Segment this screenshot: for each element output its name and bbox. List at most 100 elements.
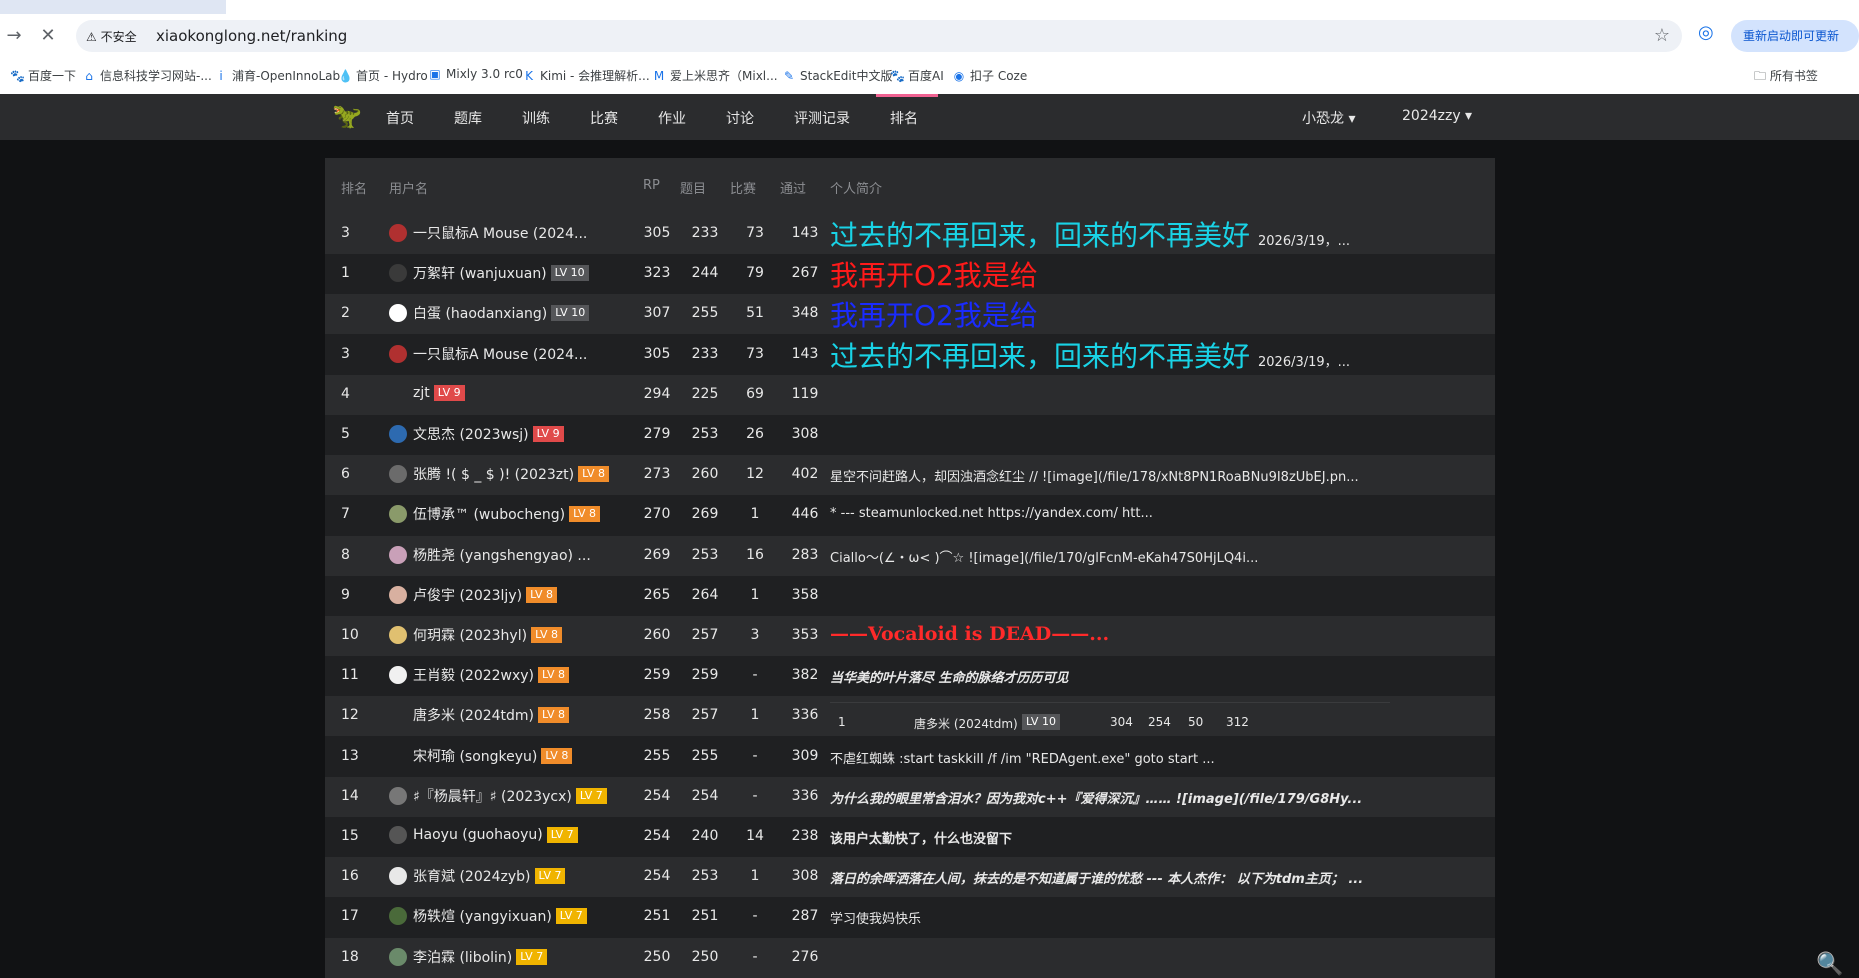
user-cell[interactable]: 唐多米 (2024tdm) LV 8: [389, 705, 569, 725]
nav-item[interactable]: 讨论: [726, 108, 754, 128]
username-link[interactable]: 宋柯瑜 (songkeyu): [413, 746, 537, 766]
user-cell[interactable]: ♯『杨晨轩』♯ (2023ycx) LV 7: [389, 786, 607, 806]
nav-item[interactable]: 评测记录: [794, 108, 850, 128]
address-bar[interactable]: ⚠ 不安全 xiaokonglong.net/ranking ☆: [76, 20, 1682, 52]
avatar[interactable]: [389, 626, 407, 644]
table-row[interactable]: 7 伍博承™ (wubocheng) LV 8 270 269 1 446 * --- ste…: [325, 495, 1495, 536]
user-cell[interactable]: 杨胜尧 (yangshengyao) ...: [389, 545, 591, 565]
username-link[interactable]: 王肖毅 (2022wxy): [413, 665, 534, 685]
username-link[interactable]: 何玥霖 (2023hyl): [413, 625, 527, 645]
username-link[interactable]: 一只鼠标A Mouse (2024...: [413, 223, 587, 243]
all-bookmarks[interactable]: 🗀 所有书签: [1754, 67, 1818, 88]
insecure-indicator[interactable]: ⚠ 不安全: [86, 28, 137, 45]
user-cell[interactable]: 一只鼠标A Mouse (2024...: [389, 344, 587, 364]
active-tab[interactable]: [226, 0, 1859, 14]
table-row[interactable]: 6 张腾 !( $ _ $ )! (2023zt) LV 8 273 260 12 402 星…: [325, 455, 1495, 496]
search-icon[interactable]: 🔍: [1816, 952, 1843, 977]
username-link[interactable]: 张育斌 (2024zyb): [413, 866, 531, 886]
avatar[interactable]: [389, 826, 407, 844]
bookmark-item[interactable]: 🐾 百度一下: [10, 67, 76, 84]
username-link[interactable]: 杨轶煊 (yangyixuan): [413, 906, 552, 926]
user-cell[interactable]: 卢俊宇 (2023ljy) LV 8: [389, 585, 558, 605]
user-cell[interactable]: 张育斌 (2024zyb) LV 7: [389, 866, 566, 886]
star-icon[interactable]: ☆: [1654, 25, 1670, 46]
avatar[interactable]: [389, 747, 407, 765]
bookmark-item[interactable]: 🐾 百度AI: [890, 67, 944, 84]
table-row[interactable]: 13 宋柯瑜 (songkeyu) LV 8 255 255 - 309 不虐红蜘蛛 :sta…: [325, 736, 1495, 777]
username-link[interactable]: Haoyu (guohaoyu): [413, 827, 543, 843]
username-link[interactable]: zjt: [413, 385, 430, 401]
nav-item[interactable]: 题库: [454, 108, 482, 128]
nav-item[interactable]: 作业: [658, 108, 686, 128]
username-link[interactable]: 杨胜尧 (yangshengyao) ...: [413, 545, 591, 565]
bookmark-item[interactable]: ◉ 扣子 Coze: [952, 67, 1027, 84]
user-cell[interactable]: 李泊霖 (libolin) LV 7: [389, 947, 548, 967]
avatar[interactable]: [389, 264, 407, 283]
bookmark-item[interactable]: ▣ Mixly 3.0 rc0: [428, 67, 523, 81]
avatar[interactable]: [389, 786, 407, 805]
nav-item[interactable]: 排名: [890, 108, 918, 128]
user-cell[interactable]: 何玥霖 (2023hyl) LV 8: [389, 625, 563, 645]
user-cell[interactable]: 张腾 !( $ _ $ )! (2023zt) LV 8: [389, 464, 610, 484]
avatar[interactable]: [389, 505, 407, 524]
avatar[interactable]: [389, 666, 407, 685]
user-cell[interactable]: 文思杰 (2023wsj) LV 9: [389, 424, 564, 444]
nav-item[interactable]: 训练: [522, 108, 550, 128]
username-link[interactable]: 李泊霖 (libolin): [413, 947, 512, 967]
avatar[interactable]: [389, 545, 407, 564]
avatar[interactable]: [389, 344, 407, 363]
table-row[interactable]: 9 卢俊宇 (2023ljy) LV 8 265 264 1 358: [325, 575, 1495, 616]
close-icon[interactable]: ✕: [34, 22, 62, 50]
user-cell[interactable]: 万絮轩 (wanjuxuan) LV 10: [389, 263, 589, 283]
table-row[interactable]: 8 杨胜尧 (yangshengyao) ... 269 253 16 283 Ciallo…: [325, 535, 1495, 576]
username-link[interactable]: 文思杰 (2023wsj): [413, 424, 529, 444]
profile-icon[interactable]: ◎: [1698, 22, 1714, 43]
username-link[interactable]: ♯『杨晨轩』♯ (2023ycx): [413, 786, 572, 806]
bookmark-item[interactable]: K Kimi - 会推理解析...: [522, 67, 650, 84]
user-cell[interactable]: 一只鼠标A Mouse (2024...: [389, 223, 587, 243]
username-link[interactable]: 伍博承™ (wubocheng): [413, 504, 565, 524]
table-row[interactable]: 3 一只鼠标A Mouse (2024... 305 233 73 143 过去的不再回来，…: [325, 214, 1495, 254]
table-row[interactable]: 5 文思杰 (2023wsj) LV 9 279 253 26 308: [325, 415, 1495, 455]
avatar[interactable]: [389, 585, 407, 604]
avatar[interactable]: [389, 465, 407, 484]
url-text[interactable]: xiaokonglong.net/ranking: [156, 27, 347, 45]
username-link[interactable]: 唐多米 (2024tdm): [413, 705, 534, 725]
username-link[interactable]: 万絮轩 (wanjuxuan): [413, 263, 547, 283]
avatar[interactable]: [389, 867, 407, 886]
username-link[interactable]: 一只鼠标A Mouse (2024...: [413, 344, 587, 364]
table-row[interactable]: 3 一只鼠标A Mouse (2024... 305 233 73 143 过去的不再回来，…: [325, 334, 1495, 375]
table-row[interactable]: 12 唐多米 (2024tdm) LV 8 258 257 1 336 1 唐多米 (2024t…: [325, 696, 1495, 737]
user-cell[interactable]: 白蛋 (haodanxiang) LV 10: [389, 303, 590, 323]
nav-item[interactable]: 比赛: [590, 108, 618, 128]
user-cell[interactable]: zjt LV 9: [389, 384, 465, 402]
nav-item[interactable]: 首页: [386, 108, 414, 128]
user-cell[interactable]: 伍博承™ (wubocheng) LV 8: [389, 504, 601, 524]
bookmark-item[interactable]: 💧 首页 - Hydro: [338, 67, 428, 84]
username-link[interactable]: 张腾 !( $ _ $ )! (2023zt): [413, 464, 574, 484]
user-menu-dropdown[interactable]: 小恐龙 ▾: [1302, 108, 1355, 128]
avatar[interactable]: [389, 384, 407, 402]
avatar[interactable]: [389, 304, 407, 323]
avatar[interactable]: [389, 425, 407, 443]
table-row[interactable]: 1 万絮轩 (wanjuxuan) LV 10 323 244 79 267 我再开O2我是给: [325, 254, 1495, 295]
table-row[interactable]: 15 Haoyu (guohaoyu) LV 7 254 240 14 238 该用户太勤快了…: [325, 817, 1495, 857]
bookmark-item[interactable]: ⌂ 信息科技学习网站-...: [82, 67, 212, 84]
avatar[interactable]: [389, 907, 407, 926]
username-link[interactable]: 白蛋 (haodanxiang): [413, 303, 547, 323]
dinosaur-logo-icon[interactable]: 🦖: [332, 102, 362, 130]
table-row[interactable]: 4 zjt LV 9 294 225 69 119: [325, 374, 1495, 415]
table-row[interactable]: 17 杨轶煊 (yangyixuan) LV 7 251 251 - 287 学习使我妈快乐: [325, 897, 1495, 938]
update-button[interactable]: 重新启动即可更新: [1731, 20, 1859, 52]
table-row[interactable]: 14 ♯『杨晨轩』♯ (2023ycx) LV 7 254 254 - 336 为什么我的眼里…: [325, 776, 1495, 817]
user-cell[interactable]: 王肖毅 (2022wxy) LV 8: [389, 665, 569, 685]
forward-icon[interactable]: →: [0, 22, 28, 50]
table-row[interactable]: 16 张育斌 (2024zyb) LV 7 254 253 1 308 落日的余晖洒落在人间，…: [325, 857, 1495, 898]
avatar[interactable]: [389, 706, 407, 724]
table-row[interactable]: 2 白蛋 (haodanxiang) LV 10 307 255 51 348 我再开O2我是…: [325, 294, 1495, 335]
avatar[interactable]: [389, 947, 407, 966]
bookmark-item[interactable]: ✎ StackEdit中文版: [782, 67, 893, 84]
table-row[interactable]: 18 李泊霖 (libolin) LV 7 250 250 - 276: [325, 937, 1495, 978]
bookmark-item[interactable]: i 浦育-OpenInnoLab: [214, 67, 340, 84]
avatar[interactable]: [389, 224, 407, 242]
